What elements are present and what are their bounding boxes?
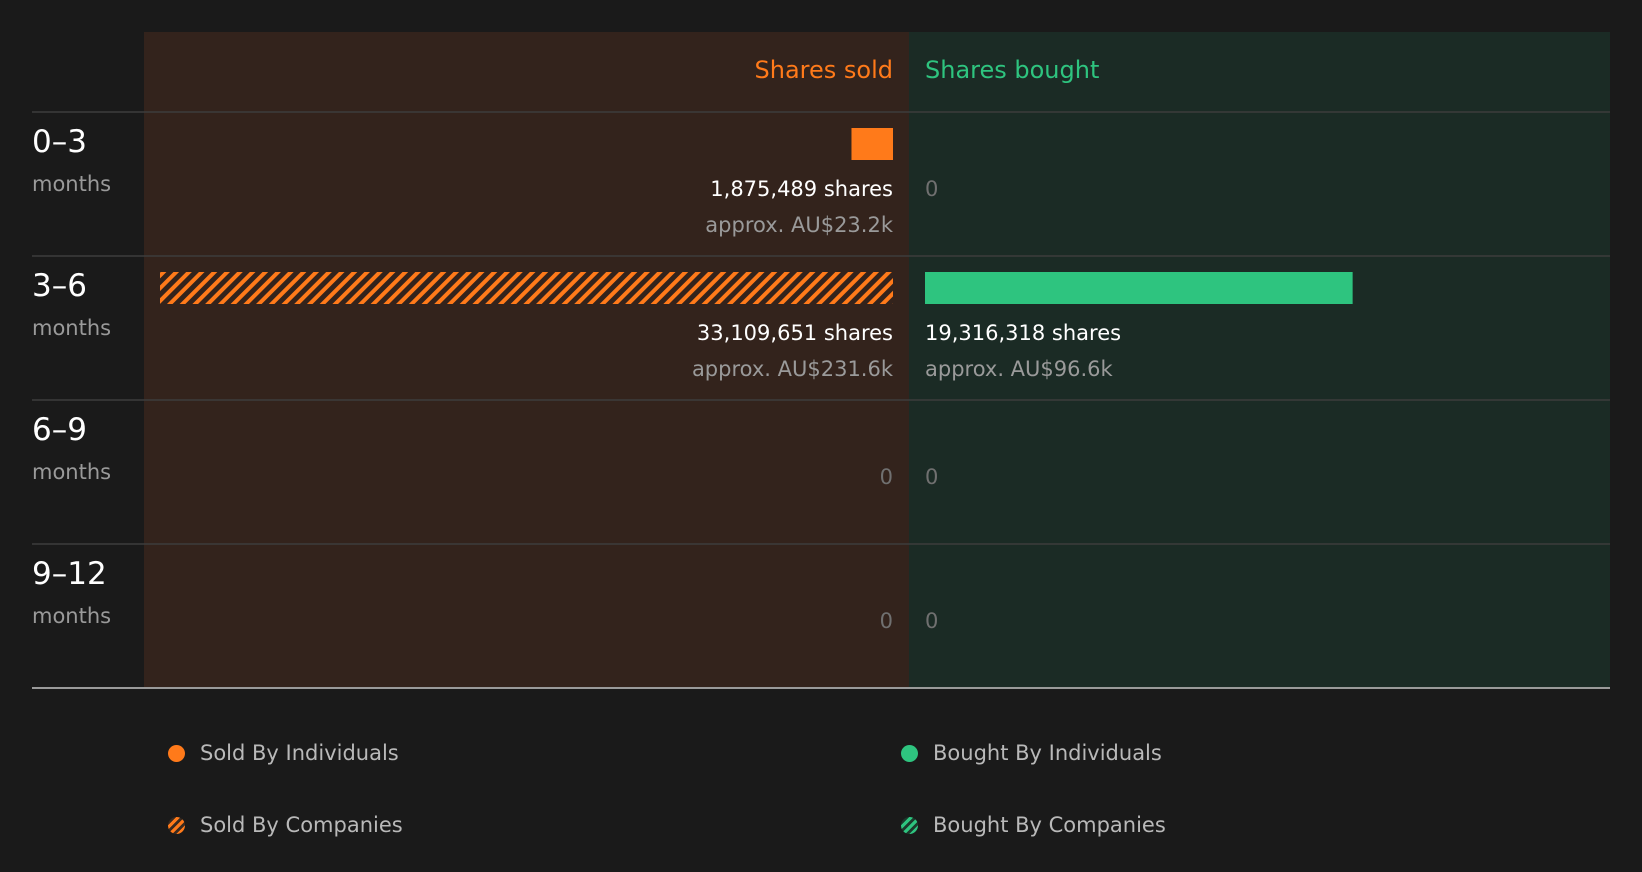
legend-sold-individuals[interactable]: Sold By Individuals [168, 741, 399, 765]
legend-sold-companies[interactable]: Sold By Companies [168, 813, 403, 837]
legend-label: Bought By Companies [933, 813, 1166, 837]
legend: Sold By Individuals Bought By Individual… [0, 700, 1642, 872]
sold-individuals-swatch-icon [168, 744, 185, 762]
bought-companies-swatch-icon [901, 816, 918, 834]
bought-header: Shares bought [925, 56, 1099, 84]
legend-label: Sold By Individuals [200, 741, 399, 765]
period-unit: months [32, 172, 111, 196]
sold-companies-swatch-icon [168, 816, 185, 834]
insider-trading-chart: 0–3 months 1,875,489 shares approx. AU$23.2… [32, 32, 1610, 689]
bought-zero-label: 0 [925, 177, 938, 201]
sold-shares-label: 1,875,489 shares [710, 177, 893, 201]
sold-shares-label: 33,109,651 shares [697, 321, 893, 345]
legend-bought-companies[interactable]: Bought By Companies [901, 813, 1166, 837]
bought-value-label: approx. AU$96.6k [925, 357, 1114, 381]
period-label: 0–3 [32, 124, 87, 160]
sold-zero-label: 0 [880, 609, 893, 633]
legend-bought-individuals[interactable]: Bought By Individuals [901, 741, 1162, 765]
period-unit: months [32, 604, 111, 628]
period-label: 3–6 [32, 268, 87, 304]
period-unit: months [32, 316, 111, 340]
legend-label: Bought By Individuals [933, 741, 1162, 765]
bought-bar[interactable] [925, 272, 1353, 304]
bought-zero-label: 0 [925, 465, 938, 489]
bought-shares-label: 19,316,318 shares [925, 321, 1121, 345]
period-label: 6–9 [32, 412, 87, 448]
period-label: 9–12 [32, 556, 107, 592]
sold-value-label: approx. AU$231.6k [692, 357, 894, 381]
period-unit: months [32, 460, 111, 484]
sold-zero-label: 0 [880, 465, 893, 489]
bought-zero-label: 0 [925, 609, 938, 633]
legend-label: Sold By Companies [200, 813, 403, 837]
sold-bar[interactable] [851, 128, 893, 160]
sold-header: Shares sold [755, 56, 893, 84]
bought-individuals-swatch-icon [901, 744, 918, 762]
sold-bar[interactable] [160, 272, 893, 304]
sold-value-label: approx. AU$23.2k [705, 213, 894, 237]
